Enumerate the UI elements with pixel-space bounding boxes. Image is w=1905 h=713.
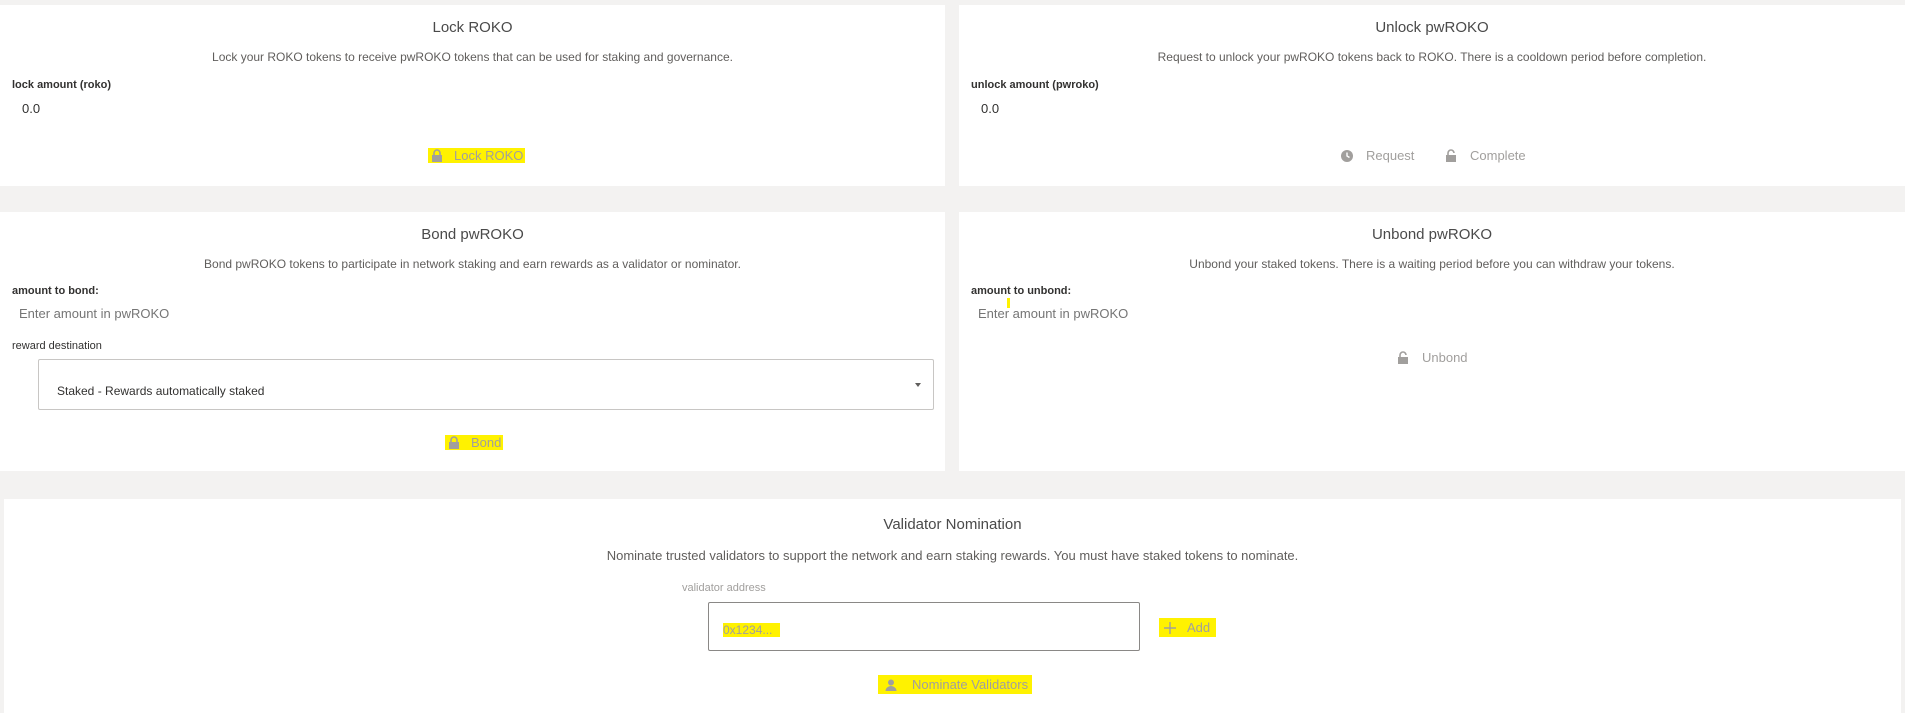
clock-icon [1341,149,1353,162]
validator-address-label: validator address [682,582,766,594]
unbond-amount-label: amount to unbond: [971,285,1072,297]
unbond-amount-input[interactable] [978,306,1378,321]
request-label: Request [1366,148,1415,163]
page: Lock ROKO Lock your ROKO tokens to recei… [0,0,1905,713]
chevron-down-icon [915,383,921,387]
unlock-amount-label: unlock amount (pwroko) [971,79,1099,91]
nomination-card: Validator Nomination Nominate trusted va… [4,499,1901,713]
unbond-title: Unbond pwROKO [1371,226,1493,243]
unlock-card: Unlock pwROKO Request to unlock your pwR… [959,5,1905,186]
unlock-title: Unlock pwROKO [1375,19,1489,36]
bond-card: Bond pwROKO Bond pwROKO tokens to partic… [0,212,945,471]
bond-amount-input[interactable] [19,306,419,321]
plus-icon [1164,621,1176,634]
bond-description: Bond pwROKO tokens to participate in net… [204,257,741,271]
validator-address-input[interactable]: 0x1234... [708,602,1140,651]
validator-address-placeholder: 0x1234... [723,623,781,637]
lock-title: Lock ROKO [432,19,513,36]
unbond-button[interactable]: Unbond [1396,350,1468,365]
unlock-amount-input[interactable] [981,101,1281,116]
unlock-icon [1398,350,1408,364]
bond-label: Bond [471,435,502,450]
nomination-title: Validator Nomination [883,516,1022,533]
nominate-validators-label: Nominate Validators [912,677,1029,692]
lock-roko-button[interactable]: Lock ROKO [428,148,526,163]
reward-destination-select[interactable]: Staked - Rewards automatically staked [38,359,934,410]
nominate-validators-button[interactable]: Nominate Validators [878,675,1033,694]
bond-amount-label: amount to bond: [12,285,99,297]
lock-card: Lock ROKO Lock your ROKO tokens to recei… [0,5,945,186]
reward-destination-label: reward destination [12,340,102,352]
lock-icon [432,148,442,162]
lock-amount-input[interactable] [22,101,322,116]
lock-icon [449,435,459,449]
complete-button[interactable]: Complete [1444,148,1526,163]
lock-amount-label: lock amount (roko) [12,79,112,91]
complete-label: Complete [1470,148,1526,163]
nomination-description: Nominate trusted validators to support t… [606,548,1299,563]
person-icon [885,679,897,691]
reward-destination-value: Staked - Rewards automatically staked [57,384,265,398]
unbond-description: Unbond your staked tokens. There is a wa… [1189,257,1675,271]
unlock-icon [1446,148,1456,162]
lock-roko-label: Lock ROKO [454,148,524,163]
bond-button[interactable]: Bond [445,435,504,450]
unbond-label: Unbond [1422,350,1468,365]
unlock-description: Request to unlock your pwROKO tokens bac… [1157,50,1707,64]
lock-description: Lock your ROKO tokens to receive pwROKO … [212,50,733,64]
unbond-card: Unbond pwROKO Unbond your staked tokens.… [959,212,1905,471]
request-button[interactable]: Request [1340,148,1414,163]
add-label: Add [1187,620,1211,635]
bond-title: Bond pwROKO [421,226,524,243]
add-validator-button[interactable]: Add [1159,618,1217,637]
